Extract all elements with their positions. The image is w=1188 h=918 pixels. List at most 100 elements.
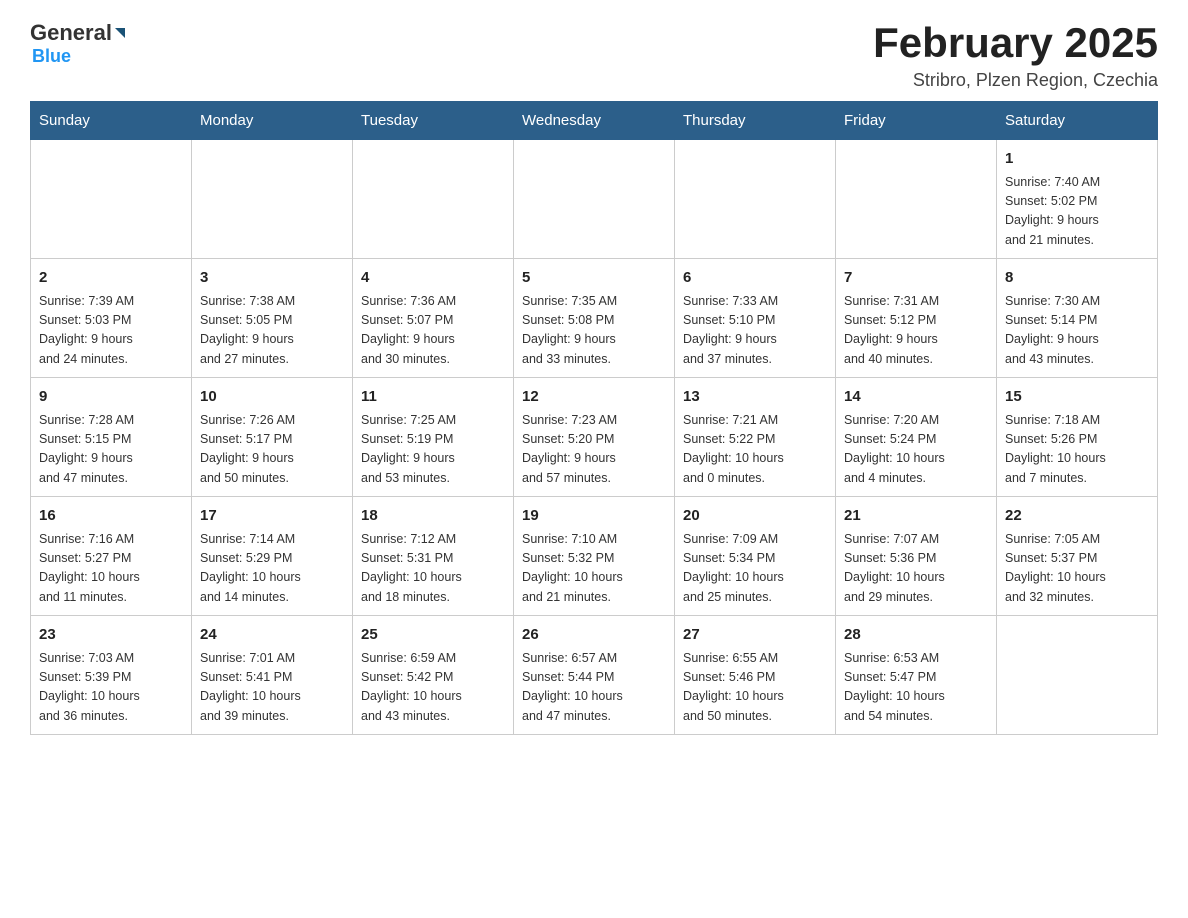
day-number: 26 (522, 624, 666, 647)
day-info: Sunrise: 7:03 AM Sunset: 5:39 PM Dayligh… (39, 649, 183, 727)
page-header: General Blue February 2025 Stribro, Plze… (30, 20, 1158, 91)
calendar-week-row: 16Sunrise: 7:16 AM Sunset: 5:27 PM Dayli… (31, 497, 1158, 616)
calendar-day-cell: 9Sunrise: 7:28 AM Sunset: 5:15 PM Daylig… (31, 378, 192, 497)
calendar-day-cell: 13Sunrise: 7:21 AM Sunset: 5:22 PM Dayli… (675, 378, 836, 497)
day-info: Sunrise: 7:01 AM Sunset: 5:41 PM Dayligh… (200, 649, 344, 727)
day-number: 23 (39, 624, 183, 647)
day-info: Sunrise: 7:38 AM Sunset: 5:05 PM Dayligh… (200, 292, 344, 370)
day-number: 16 (39, 505, 183, 528)
day-header-tuesday: Tuesday (353, 102, 514, 140)
day-info: Sunrise: 7:31 AM Sunset: 5:12 PM Dayligh… (844, 292, 988, 370)
calendar-day-cell (31, 140, 192, 259)
calendar-week-row: 1Sunrise: 7:40 AM Sunset: 5:02 PM Daylig… (31, 140, 1158, 259)
calendar-day-cell: 16Sunrise: 7:16 AM Sunset: 5:27 PM Dayli… (31, 497, 192, 616)
calendar-day-cell: 27Sunrise: 6:55 AM Sunset: 5:46 PM Dayli… (675, 616, 836, 735)
day-info: Sunrise: 7:16 AM Sunset: 5:27 PM Dayligh… (39, 530, 183, 608)
calendar-week-row: 23Sunrise: 7:03 AM Sunset: 5:39 PM Dayli… (31, 616, 1158, 735)
day-number: 2 (39, 267, 183, 290)
day-info: Sunrise: 7:21 AM Sunset: 5:22 PM Dayligh… (683, 411, 827, 489)
day-number: 4 (361, 267, 505, 290)
day-info: Sunrise: 7:39 AM Sunset: 5:03 PM Dayligh… (39, 292, 183, 370)
calendar-day-cell: 14Sunrise: 7:20 AM Sunset: 5:24 PM Dayli… (836, 378, 997, 497)
day-info: Sunrise: 7:10 AM Sunset: 5:32 PM Dayligh… (522, 530, 666, 608)
calendar-day-cell: 10Sunrise: 7:26 AM Sunset: 5:17 PM Dayli… (192, 378, 353, 497)
calendar-day-cell: 18Sunrise: 7:12 AM Sunset: 5:31 PM Dayli… (353, 497, 514, 616)
day-header-saturday: Saturday (997, 102, 1158, 140)
day-info: Sunrise: 7:05 AM Sunset: 5:37 PM Dayligh… (1005, 530, 1149, 608)
calendar-day-cell: 12Sunrise: 7:23 AM Sunset: 5:20 PM Dayli… (514, 378, 675, 497)
day-number: 22 (1005, 505, 1149, 528)
calendar-day-cell: 22Sunrise: 7:05 AM Sunset: 5:37 PM Dayli… (997, 497, 1158, 616)
calendar-header-row: SundayMondayTuesdayWednesdayThursdayFrid… (31, 102, 1158, 140)
day-info: Sunrise: 7:35 AM Sunset: 5:08 PM Dayligh… (522, 292, 666, 370)
day-number: 20 (683, 505, 827, 528)
day-number: 15 (1005, 386, 1149, 409)
calendar-day-cell: 11Sunrise: 7:25 AM Sunset: 5:19 PM Dayli… (353, 378, 514, 497)
logo-general-text: General (30, 20, 112, 46)
calendar-day-cell: 15Sunrise: 7:18 AM Sunset: 5:26 PM Dayli… (997, 378, 1158, 497)
calendar-day-cell: 4Sunrise: 7:36 AM Sunset: 5:07 PM Daylig… (353, 259, 514, 378)
day-info: Sunrise: 6:59 AM Sunset: 5:42 PM Dayligh… (361, 649, 505, 727)
calendar-day-cell: 1Sunrise: 7:40 AM Sunset: 5:02 PM Daylig… (997, 140, 1158, 259)
title-section: February 2025 Stribro, Plzen Region, Cze… (873, 20, 1158, 91)
calendar-day-cell: 17Sunrise: 7:14 AM Sunset: 5:29 PM Dayli… (192, 497, 353, 616)
day-info: Sunrise: 7:25 AM Sunset: 5:19 PM Dayligh… (361, 411, 505, 489)
day-number: 25 (361, 624, 505, 647)
day-info: Sunrise: 7:28 AM Sunset: 5:15 PM Dayligh… (39, 411, 183, 489)
day-header-sunday: Sunday (31, 102, 192, 140)
day-number: 8 (1005, 267, 1149, 290)
day-number: 14 (844, 386, 988, 409)
day-info: Sunrise: 7:09 AM Sunset: 5:34 PM Dayligh… (683, 530, 827, 608)
calendar-week-row: 9Sunrise: 7:28 AM Sunset: 5:15 PM Daylig… (31, 378, 1158, 497)
calendar-day-cell: 26Sunrise: 6:57 AM Sunset: 5:44 PM Dayli… (514, 616, 675, 735)
day-info: Sunrise: 7:14 AM Sunset: 5:29 PM Dayligh… (200, 530, 344, 608)
calendar-day-cell (836, 140, 997, 259)
calendar-day-cell: 6Sunrise: 7:33 AM Sunset: 5:10 PM Daylig… (675, 259, 836, 378)
day-number: 6 (683, 267, 827, 290)
day-header-wednesday: Wednesday (514, 102, 675, 140)
day-number: 3 (200, 267, 344, 290)
day-info: Sunrise: 7:07 AM Sunset: 5:36 PM Dayligh… (844, 530, 988, 608)
logo-triangle-icon (113, 26, 127, 40)
day-header-monday: Monday (192, 102, 353, 140)
day-number: 24 (200, 624, 344, 647)
location-text: Stribro, Plzen Region, Czechia (873, 70, 1158, 91)
calendar-day-cell: 8Sunrise: 7:30 AM Sunset: 5:14 PM Daylig… (997, 259, 1158, 378)
day-header-thursday: Thursday (675, 102, 836, 140)
calendar-day-cell (675, 140, 836, 259)
calendar-day-cell: 2Sunrise: 7:39 AM Sunset: 5:03 PM Daylig… (31, 259, 192, 378)
day-number: 13 (683, 386, 827, 409)
day-number: 12 (522, 386, 666, 409)
calendar-day-cell: 19Sunrise: 7:10 AM Sunset: 5:32 PM Dayli… (514, 497, 675, 616)
day-info: Sunrise: 7:18 AM Sunset: 5:26 PM Dayligh… (1005, 411, 1149, 489)
calendar-day-cell (192, 140, 353, 259)
day-number: 18 (361, 505, 505, 528)
calendar-day-cell: 7Sunrise: 7:31 AM Sunset: 5:12 PM Daylig… (836, 259, 997, 378)
logo-blue-text: Blue (30, 46, 71, 67)
calendar-day-cell (997, 616, 1158, 735)
day-info: Sunrise: 7:33 AM Sunset: 5:10 PM Dayligh… (683, 292, 827, 370)
logo: General Blue (30, 20, 127, 67)
day-info: Sunrise: 7:40 AM Sunset: 5:02 PM Dayligh… (1005, 173, 1149, 251)
day-number: 28 (844, 624, 988, 647)
day-info: Sunrise: 6:53 AM Sunset: 5:47 PM Dayligh… (844, 649, 988, 727)
month-title: February 2025 (873, 20, 1158, 66)
calendar-day-cell: 5Sunrise: 7:35 AM Sunset: 5:08 PM Daylig… (514, 259, 675, 378)
day-number: 17 (200, 505, 344, 528)
calendar-day-cell: 23Sunrise: 7:03 AM Sunset: 5:39 PM Dayli… (31, 616, 192, 735)
day-number: 5 (522, 267, 666, 290)
day-info: Sunrise: 7:30 AM Sunset: 5:14 PM Dayligh… (1005, 292, 1149, 370)
calendar-day-cell: 24Sunrise: 7:01 AM Sunset: 5:41 PM Dayli… (192, 616, 353, 735)
calendar-day-cell (353, 140, 514, 259)
day-number: 19 (522, 505, 666, 528)
day-info: Sunrise: 7:23 AM Sunset: 5:20 PM Dayligh… (522, 411, 666, 489)
day-number: 7 (844, 267, 988, 290)
day-info: Sunrise: 7:20 AM Sunset: 5:24 PM Dayligh… (844, 411, 988, 489)
calendar-day-cell: 21Sunrise: 7:07 AM Sunset: 5:36 PM Dayli… (836, 497, 997, 616)
day-number: 1 (1005, 148, 1149, 171)
calendar-day-cell (514, 140, 675, 259)
day-info: Sunrise: 6:55 AM Sunset: 5:46 PM Dayligh… (683, 649, 827, 727)
calendar-table: SundayMondayTuesdayWednesdayThursdayFrid… (30, 101, 1158, 735)
calendar-week-row: 2Sunrise: 7:39 AM Sunset: 5:03 PM Daylig… (31, 259, 1158, 378)
day-info: Sunrise: 7:26 AM Sunset: 5:17 PM Dayligh… (200, 411, 344, 489)
